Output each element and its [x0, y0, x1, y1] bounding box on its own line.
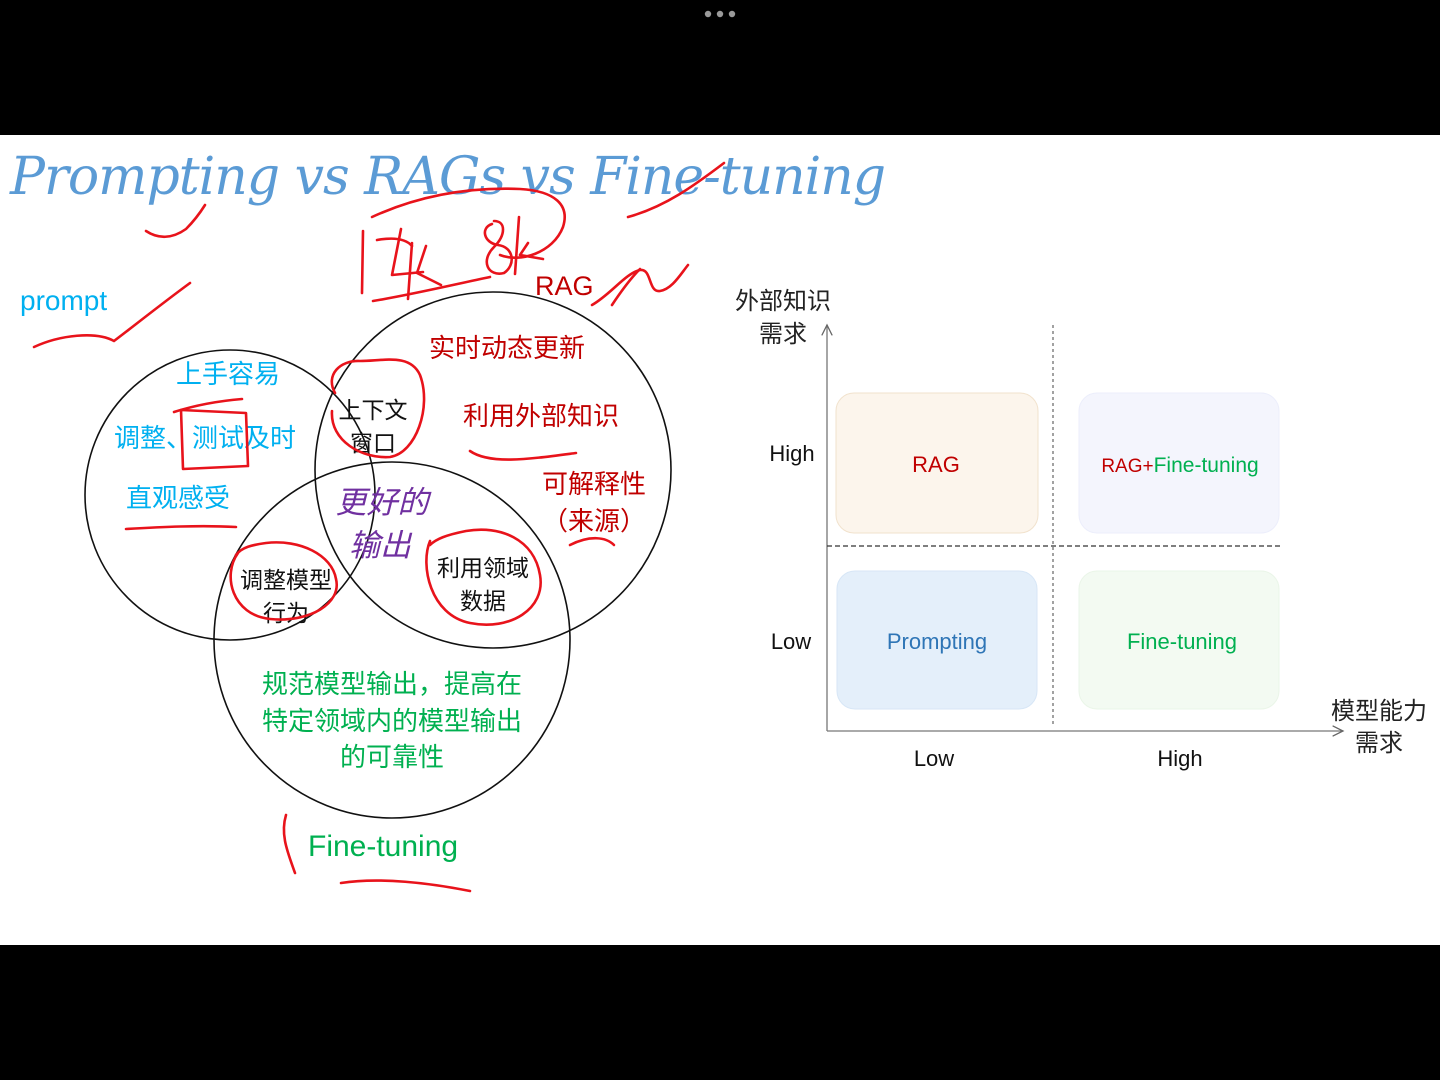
- rag-ft-item: 利用领域: [437, 556, 529, 582]
- quadrant-finetuning-suffix: Fine-tuning: [1154, 454, 1259, 477]
- quadrant-prompting-label: Prompting: [887, 629, 987, 654]
- x-tick-high: High: [1157, 746, 1202, 771]
- rag-ft-item: 数据: [460, 589, 506, 615]
- x-axis-label: 模型能力: [1331, 697, 1427, 725]
- y-tick-high: High: [769, 441, 814, 466]
- finetuning-item: 特定领域内的模型输出: [262, 707, 522, 737]
- prompt-ft-item: 调整模型: [240, 568, 332, 594]
- center-item: 输出: [349, 528, 413, 564]
- prompt-item: 调整、测试及时: [114, 424, 296, 454]
- prompt-label: prompt: [20, 285, 107, 316]
- venn-diagram: prompt RAG Fine-tuning 上手容易 调整、测试及时 直观感受…: [20, 275, 672, 863]
- y-axis-label: 外部知识: [735, 287, 831, 315]
- x-tick-low: Low: [914, 746, 954, 771]
- quadrant-finetuning-label: Fine-tuning: [1127, 629, 1237, 654]
- prompt-item: 上手容易: [176, 360, 280, 390]
- rag-item: （来源）: [542, 507, 646, 537]
- quadrant-rag-label: RAG: [912, 452, 960, 477]
- prompt-rag-item: 窗口: [350, 431, 396, 457]
- slide-title: Prompting vs RAGs vs Fine-tuning: [10, 147, 886, 207]
- prompt-item: 直观感受: [126, 484, 230, 514]
- center-item: 更好的: [336, 485, 433, 521]
- window-menu-dots-icon[interactable]: [700, 6, 740, 22]
- finetuning-item: 规范模型输出，提高在: [262, 670, 522, 700]
- slide: Prompting vs RAGs vs Fine-tuning prompt …: [0, 135, 1440, 945]
- quadrant-rag-prefix: RAG+: [1101, 456, 1153, 477]
- x-axis-label: 需求: [1355, 729, 1403, 757]
- quadrant-matrix: 外部知识 需求 模型能力 需求 High Low Low High RAG RA…: [735, 287, 1427, 771]
- rag-item: 实时动态更新: [429, 334, 585, 364]
- rag-item: 利用外部知识: [463, 402, 619, 432]
- y-axis-label: 需求: [759, 320, 807, 348]
- rag-label: RAG: [535, 275, 594, 301]
- prompt-ft-item: 行为: [263, 601, 309, 627]
- finetuning-label: Fine-tuning: [308, 830, 458, 863]
- prompt-rag-item: 上下文: [339, 398, 408, 424]
- rag-item: 可解释性: [542, 470, 646, 500]
- y-tick-low: Low: [771, 629, 811, 654]
- quadrant-rag-finetuning-label: RAG+Fine-tuning: [1101, 454, 1258, 477]
- finetuning-item: 的可靠性: [340, 743, 444, 773]
